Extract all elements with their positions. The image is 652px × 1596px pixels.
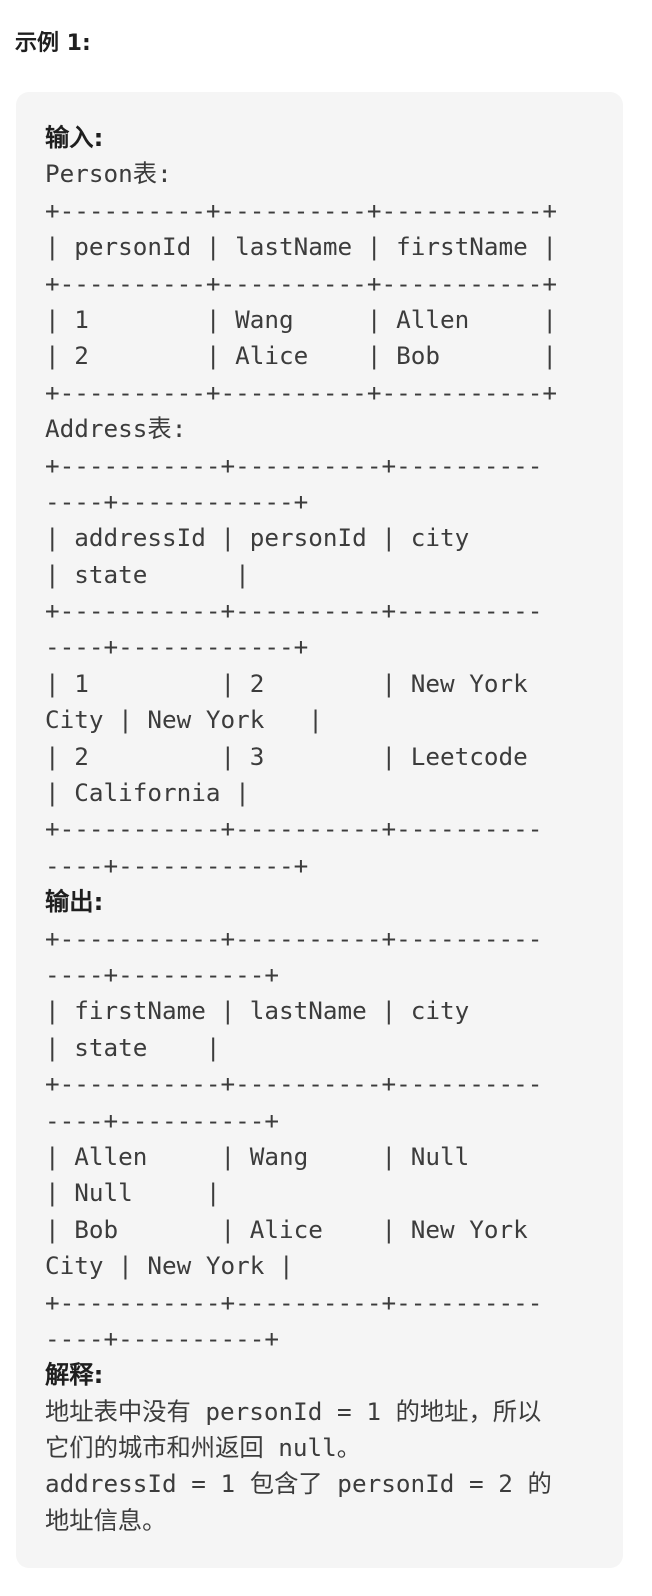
- code-line: +----------+----------+-----------+: [45, 268, 557, 298]
- code-line: Address表:: [45, 414, 187, 444]
- code-line: City | New York |: [45, 1251, 294, 1281]
- code-line: +----------+----------+-----------+: [45, 195, 557, 225]
- code-line: +-----------+----------+----------: [45, 923, 543, 953]
- code-line: | 2 | 3 | Leetcode: [45, 741, 528, 771]
- code-line: +-----------+----------+----------: [45, 1287, 543, 1317]
- code-line: | Null |: [45, 1178, 221, 1208]
- code-line: | California |: [45, 778, 250, 808]
- code-line: ----+----------+: [45, 1323, 280, 1353]
- code-line: addressId = 1 包含了 personId = 2 的: [45, 1469, 552, 1499]
- code-line: | Allen | Wang | Null: [45, 1141, 470, 1171]
- code-line: ----+----------+: [45, 1105, 280, 1135]
- code-line: +-----------+----------+----------: [45, 814, 543, 844]
- code-line: +-----------+----------+----------: [45, 450, 543, 480]
- code-line: 地址表中没有 personId = 1 的地址，所以: [45, 1396, 542, 1426]
- code-line: | personId | lastName | firstName |: [45, 232, 557, 262]
- code-line: | firstName | lastName | city: [45, 996, 470, 1026]
- section-label: 解释:: [45, 1360, 104, 1390]
- code-line: +----------+----------+-----------+: [45, 377, 557, 407]
- code-line: | Bob | Alice | New York: [45, 1214, 528, 1244]
- example-code-text: 输入: Person表: +----------+----------+------…: [45, 120, 605, 1539]
- code-line: ----+------------+: [45, 486, 309, 516]
- code-line: | 1 | 2 | New York: [45, 668, 528, 698]
- code-line: ----+------------+: [45, 632, 309, 662]
- example-title: 示例 1:: [15, 31, 91, 56]
- section-label: 输入:: [45, 123, 104, 152]
- code-line: | state |: [45, 559, 250, 589]
- section-label: 输出:: [45, 887, 104, 917]
- code-line: | state |: [45, 1032, 221, 1062]
- code-line: ----+------------+: [45, 850, 309, 880]
- code-line: +-----------+----------+----------: [45, 1069, 543, 1099]
- code-line: | addressId | personId | city: [45, 523, 470, 553]
- code-line: 地址信息。: [45, 1505, 167, 1535]
- code-line: City | New York |: [45, 705, 323, 735]
- code-line: 它们的城市和州返回 null。: [45, 1433, 362, 1463]
- code-line: Person表:: [45, 159, 172, 189]
- code-line: +-----------+----------+----------: [45, 596, 543, 626]
- code-line: ----+----------+: [45, 959, 280, 989]
- code-line: | 2 | Alice | Bob |: [45, 341, 557, 371]
- code-line: | 1 | Wang | Allen |: [45, 304, 557, 334]
